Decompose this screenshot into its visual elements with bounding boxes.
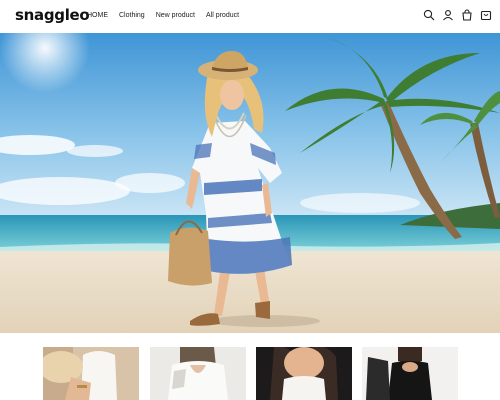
product-card[interactable]	[43, 347, 139, 400]
product-image	[43, 347, 139, 400]
product-strip	[0, 333, 500, 400]
nav-new-product[interactable]: New product	[156, 11, 195, 21]
product-image	[362, 347, 458, 400]
account-icon[interactable]	[442, 9, 454, 21]
brand-logo[interactable]: snaggleo	[15, 6, 90, 24]
product-image	[150, 347, 246, 400]
wishlist-icon[interactable]	[480, 9, 492, 21]
hero-image	[0, 33, 500, 333]
site-header: snaggleo HOME Clothing New product All p…	[0, 0, 500, 33]
header-icons	[423, 9, 492, 21]
hero-banner[interactable]	[0, 33, 500, 333]
main-nav: HOME Clothing New product All product	[87, 11, 250, 21]
product-card[interactable]	[256, 347, 352, 400]
nav-all-product[interactable]: All product	[206, 11, 239, 21]
nav-home[interactable]: HOME	[87, 11, 108, 21]
nav-clothing[interactable]: Clothing	[119, 11, 145, 21]
product-card[interactable]	[362, 347, 458, 400]
product-card[interactable]	[150, 347, 246, 400]
cart-icon[interactable]	[461, 9, 473, 21]
product-image	[256, 347, 352, 400]
search-icon[interactable]	[423, 9, 435, 21]
